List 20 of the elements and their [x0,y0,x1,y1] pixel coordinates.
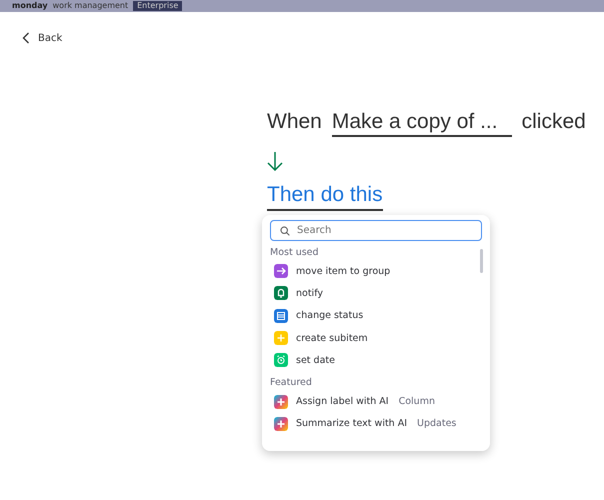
section-heading: Most used [270,247,320,258]
product-name: work management [52,2,128,10]
menu-item[interactable]: change status [270,304,470,327]
when-label: When [267,110,322,134]
menu-item[interactable]: set date [270,349,470,372]
menu-item[interactable]: Assign label with AI Column [270,390,470,413]
menu-item[interactable]: create subitem [270,326,470,350]
plan-badge: Enterprise [133,1,182,11]
menu-item[interactable]: Summarize text with AI Updates [270,412,470,436]
action-dropdown[interactable]: Then do this [267,183,383,211]
chevron-left-icon [22,32,30,44]
arrow-down-icon [267,151,283,171]
back-button[interactable]: Back [20,30,64,46]
trigger-dropdown[interactable]: Make a copy of ... [332,110,512,137]
menu-item[interactable]: notify [270,282,470,305]
clicked-label: clicked [522,110,586,134]
menu-item[interactable]: move item to group [270,260,470,282]
brand-name: monday [12,2,48,10]
search-field[interactable]: Search [270,220,482,241]
section-heading: Featured [270,377,313,388]
